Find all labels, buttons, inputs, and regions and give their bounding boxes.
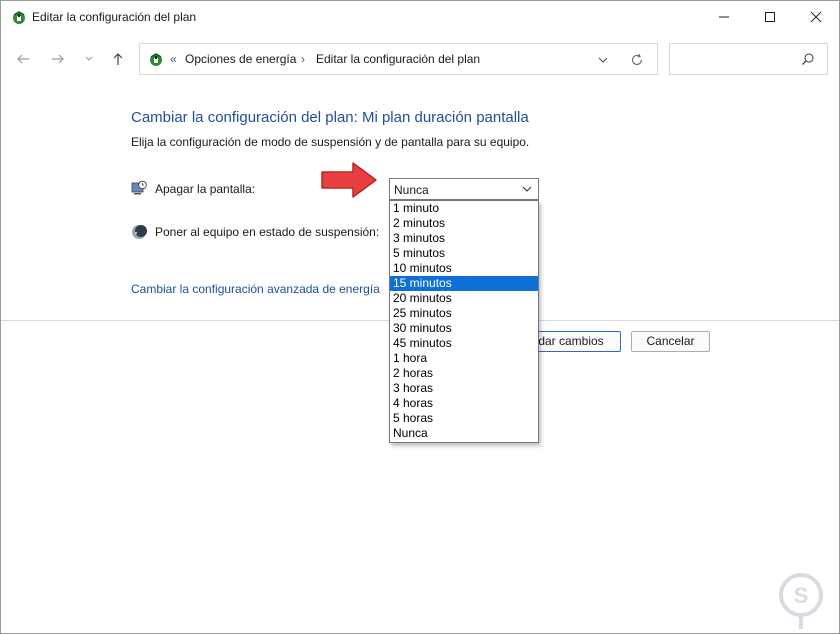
display-off-options-list[interactable]: 1 minuto 2 minutos 3 minutos 5 minutos 10 mi… <box>389 200 539 443</box>
up-button[interactable] <box>106 47 130 71</box>
dropdown-option[interactable]: 2 minutos <box>390 216 538 231</box>
dropdown-option[interactable]: 2 horas <box>390 366 538 381</box>
power-options-icon <box>150 53 162 66</box>
window-title: Editar la configuración del plan <box>32 10 197 24</box>
dropdown-option[interactable]: 3 minutos <box>390 231 538 246</box>
red-arrow-icon <box>321 162 377 198</box>
title-bar: Editar la configuración del plan <box>1 1 839 33</box>
chevron-down-icon <box>85 56 93 61</box>
sleep-label: Poner al equipo en estado de suspensión: <box>155 225 380 239</box>
breadcrumb-separator: › <box>301 52 305 66</box>
save-changes-label: dar cambios <box>538 334 604 348</box>
moon-sleep-icon <box>132 225 147 239</box>
svg-text:S: S <box>794 583 809 608</box>
back-arrow-icon <box>17 54 29 64</box>
cancel-button[interactable]: Cancelar <box>631 331 710 352</box>
dropdown-option[interactable]: 1 hora <box>390 351 538 366</box>
dropdown-option[interactable]: 5 horas <box>390 411 538 426</box>
dropdown-option[interactable]: 30 minutos <box>390 321 538 336</box>
dropdown-option[interactable]: 10 minutos <box>390 261 538 276</box>
maximize-button[interactable] <box>747 1 793 33</box>
page-description: Elija la configuración de modo de suspen… <box>131 135 530 149</box>
chevron-down-icon <box>522 186 532 192</box>
navigation-bar: « Opciones de energía › Editar la config… <box>1 37 839 81</box>
advanced-settings-link[interactable]: Cambiar la configuración avanzada de ene… <box>131 282 380 296</box>
dropdown-option[interactable]: 5 minutos <box>390 246 538 261</box>
maximize-icon <box>765 12 775 22</box>
address-bar[interactable]: « Opciones de energía › Editar la config… <box>139 43 658 75</box>
dropdown-option[interactable]: 25 minutos <box>390 306 538 321</box>
watermark-logo: S <box>779 573 823 629</box>
breadcrumb-item-power-options[interactable]: Opciones de energía <box>185 52 296 66</box>
search-box[interactable] <box>669 43 828 75</box>
dropdown-option[interactable]: 20 minutos <box>390 291 538 306</box>
window: Editar la configuración del plan « Opcio… <box>0 0 840 634</box>
close-icon <box>810 11 822 23</box>
forward-arrow-icon <box>52 54 64 64</box>
search-icon[interactable] <box>801 52 815 66</box>
dropdown-option[interactable]: 1 minuto <box>390 201 538 216</box>
dropdown-option[interactable]: 15 minutos <box>390 276 538 291</box>
dropdown-option[interactable]: 3 horas <box>390 381 538 396</box>
dropdown-option[interactable]: 4 horas <box>390 396 538 411</box>
address-dropdown-icon[interactable] <box>595 52 611 68</box>
cancel-label: Cancelar <box>646 334 695 348</box>
refresh-icon[interactable] <box>629 52 645 68</box>
page-heading: Cambiar la configuración del plan: Mi pl… <box>131 109 529 126</box>
display-off-label: Apagar la pantalla: <box>155 182 256 196</box>
minimize-button[interactable] <box>701 1 747 33</box>
dropdown-option[interactable]: Nunca <box>390 426 538 441</box>
display-off-select[interactable]: Nunca <box>389 178 539 200</box>
recent-locations-button[interactable] <box>77 47 101 71</box>
breadcrumb-item-edit-plan[interactable]: Editar la configuración del plan <box>316 52 480 66</box>
monitor-clock-icon <box>131 180 147 195</box>
forward-button[interactable] <box>46 47 70 71</box>
power-options-icon <box>13 11 25 24</box>
breadcrumb-overflow[interactable]: « <box>170 52 177 66</box>
display-off-select-value: Nunca <box>394 183 429 197</box>
up-arrow-icon <box>113 53 123 65</box>
minimize-icon <box>719 16 729 18</box>
dropdown-option[interactable]: 45 minutos <box>390 336 538 351</box>
close-button[interactable] <box>793 1 839 33</box>
back-button[interactable] <box>11 47 35 71</box>
